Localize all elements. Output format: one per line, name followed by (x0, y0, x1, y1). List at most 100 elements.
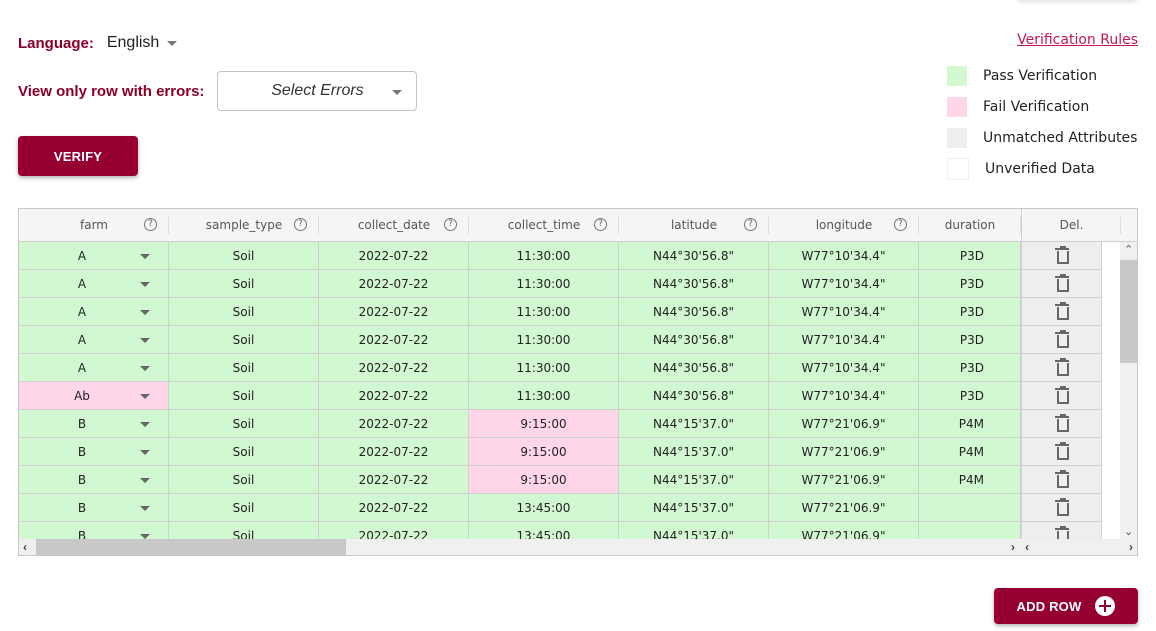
trash-icon[interactable] (1054, 525, 1069, 539)
chevron-down-icon[interactable] (140, 282, 150, 287)
chevron-down-icon[interactable] (140, 450, 150, 455)
scroll-right-icon[interactable]: › (1129, 540, 1133, 554)
cell-sample_type[interactable]: Soil (169, 466, 319, 494)
cell-farm[interactable]: A (19, 326, 169, 354)
cell-latitude[interactable]: N44°15'37.0" (619, 438, 769, 466)
scroll-left-icon[interactable]: ‹ (1025, 540, 1029, 554)
cell-duration[interactable]: P3D (919, 270, 1021, 298)
cell-collect_time[interactable]: 13:45:00 (469, 494, 619, 522)
cell-longitude[interactable]: W77°21'06.9" (769, 410, 919, 438)
cell-collect_time[interactable]: 11:30:00 (469, 382, 619, 410)
del-column-horizontal-scrollbar[interactable]: ‹ › (1021, 539, 1137, 555)
cell-collect_time[interactable]: 9:15:00 (469, 438, 619, 466)
help-icon[interactable]: ? (744, 218, 757, 231)
cell-duration[interactable]: P3D (919, 382, 1021, 410)
cell-collect_time[interactable]: 9:15:00 (469, 410, 619, 438)
cell-longitude[interactable]: W77°10'34.4" (769, 298, 919, 326)
cell-collect_time[interactable]: 11:30:00 (469, 298, 619, 326)
scroll-down-icon[interactable]: ⌄ (1124, 525, 1133, 538)
cell-sample_type[interactable]: Soil (169, 410, 319, 438)
cell-duration[interactable]: P4M (919, 466, 1021, 494)
column-header-del[interactable]: Del. (1021, 209, 1121, 241)
cell-duration[interactable]: P3D (919, 354, 1021, 382)
cell-longitude[interactable]: W77°10'34.4" (769, 354, 919, 382)
cell-longitude[interactable]: W77°10'34.4" (769, 382, 919, 410)
cell-collect_time[interactable]: 9:15:00 (469, 466, 619, 494)
trash-icon[interactable] (1054, 245, 1069, 264)
cell-duration[interactable]: P3D (919, 298, 1021, 326)
cell-longitude[interactable]: W77°21'06.9" (769, 466, 919, 494)
cell-sample_type[interactable]: Soil (169, 354, 319, 382)
cell-sample_type[interactable]: Soil (169, 382, 319, 410)
cell-sample_type[interactable]: Soil (169, 298, 319, 326)
add-row-button[interactable]: ADD ROW (994, 588, 1138, 624)
chevron-down-icon[interactable] (140, 506, 150, 511)
cell-sample_type[interactable]: Soil (169, 270, 319, 298)
cell-farm[interactable]: A (19, 270, 169, 298)
cell-collect_date[interactable]: 2022-07-22 (319, 522, 469, 539)
help-icon[interactable]: ? (894, 218, 907, 231)
scroll-right-icon[interactable]: › (1011, 540, 1015, 554)
cell-collect_date[interactable]: 2022-07-22 (319, 438, 469, 466)
column-header-duration[interactable]: duration (919, 209, 1021, 241)
cell-collect_date[interactable]: 2022-07-22 (319, 494, 469, 522)
cell-farm[interactable]: Ab (19, 382, 169, 410)
cell-collect_date[interactable]: 2022-07-22 (319, 382, 469, 410)
cell-sample_type[interactable]: Soil (169, 326, 319, 354)
horizontal-scroll-thumb[interactable] (36, 539, 346, 555)
cell-longitude[interactable]: W77°21'06.9" (769, 522, 919, 539)
vertical-scrollbar[interactable]: ⌃ ⌄ (1120, 242, 1137, 539)
chevron-down-icon[interactable] (140, 422, 150, 427)
column-header-collect_date[interactable]: collect_date? (319, 209, 469, 241)
cell-collect_time[interactable]: 13:45:00 (469, 522, 619, 539)
trash-icon[interactable] (1054, 441, 1069, 460)
cell-latitude[interactable]: N44°30'56.8" (619, 270, 769, 298)
cell-latitude[interactable]: N44°30'56.8" (619, 242, 769, 270)
cell-farm[interactable]: A (19, 242, 169, 270)
cell-collect_date[interactable]: 2022-07-22 (319, 466, 469, 494)
cell-sample_type[interactable]: Soil (169, 494, 319, 522)
cell-latitude[interactable]: N44°15'37.0" (619, 410, 769, 438)
cell-collect_date[interactable]: 2022-07-22 (319, 298, 469, 326)
cell-collect_date[interactable]: 2022-07-22 (319, 410, 469, 438)
cell-collect_time[interactable]: 11:30:00 (469, 326, 619, 354)
help-icon[interactable]: ? (144, 218, 157, 231)
trash-icon[interactable] (1054, 497, 1069, 516)
cell-sample_type[interactable]: Soil (169, 438, 319, 466)
cell-longitude[interactable]: W77°10'34.4" (769, 270, 919, 298)
cell-farm[interactable]: B (19, 522, 169, 539)
cell-duration[interactable] (919, 494, 1021, 522)
column-header-collect_time[interactable]: collect_time? (469, 209, 619, 241)
cell-latitude[interactable]: N44°30'56.8" (619, 298, 769, 326)
cell-sample_type[interactable]: Soil (169, 522, 319, 539)
scroll-up-icon[interactable]: ⌃ (1124, 243, 1133, 256)
help-icon[interactable]: ? (294, 218, 307, 231)
cell-longitude[interactable]: W77°10'34.4" (769, 326, 919, 354)
chevron-down-icon[interactable] (140, 338, 150, 343)
cell-duration[interactable]: P3D (919, 242, 1021, 270)
cell-latitude[interactable]: N44°15'37.0" (619, 466, 769, 494)
cell-duration[interactable] (919, 522, 1021, 539)
column-header-sample_type[interactable]: sample_type? (169, 209, 319, 241)
cell-farm[interactable]: B (19, 410, 169, 438)
cell-latitude[interactable]: N44°15'37.0" (619, 522, 769, 539)
horizontal-scrollbar[interactable]: ‹ › (19, 539, 1021, 555)
cell-farm[interactable]: A (19, 298, 169, 326)
column-header-latitude[interactable]: latitude? (619, 209, 769, 241)
column-separator[interactable] (1120, 217, 1121, 234)
language-dropdown[interactable]: English (107, 34, 178, 52)
cell-collect_date[interactable]: 2022-07-22 (319, 326, 469, 354)
column-header-longitude[interactable]: longitude? (769, 209, 919, 241)
cell-farm[interactable]: B (19, 494, 169, 522)
help-icon[interactable]: ? (594, 218, 607, 231)
vertical-scroll-thumb[interactable] (1120, 260, 1137, 363)
cell-collect_date[interactable]: 2022-07-22 (319, 354, 469, 382)
cell-latitude[interactable]: N44°30'56.8" (619, 354, 769, 382)
chevron-down-icon[interactable] (140, 478, 150, 483)
trash-icon[interactable] (1054, 329, 1069, 348)
trash-icon[interactable] (1054, 469, 1069, 488)
cell-farm[interactable]: B (19, 466, 169, 494)
help-icon[interactable]: ? (444, 218, 457, 231)
cell-latitude[interactable]: N44°30'56.8" (619, 382, 769, 410)
chevron-down-icon[interactable] (140, 310, 150, 315)
